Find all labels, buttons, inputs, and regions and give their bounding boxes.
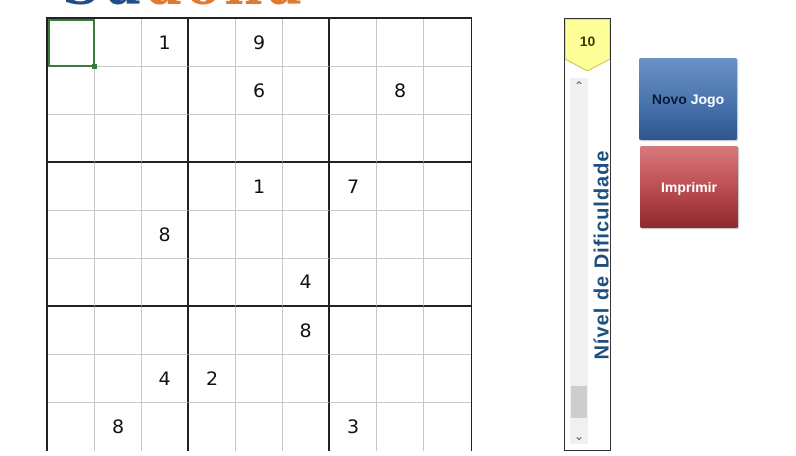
sudoku-cell-r6-c9[interactable]	[424, 259, 471, 307]
sudoku-cell-r9-c2[interactable]: 8	[95, 403, 142, 451]
sudoku-cell-r9-c7[interactable]: 3	[330, 403, 377, 451]
sudoku-cell-r5-c8[interactable]	[377, 211, 424, 259]
sudoku-cell-r7-c8[interactable]	[377, 307, 424, 355]
print-button[interactable]: Imprimir	[640, 146, 738, 228]
sudoku-cell-r8-c7[interactable]	[330, 355, 377, 403]
sudoku-cell-r3-c5[interactable]	[236, 115, 283, 163]
sudoku-cell-r4-c7[interactable]: 7	[330, 163, 377, 211]
sudoku-cell-r6-c3[interactable]	[142, 259, 189, 307]
sudoku-cell-r2-c7[interactable]	[330, 67, 377, 115]
sudoku-cell-r5-c4[interactable]	[189, 211, 236, 259]
sudoku-cell-r1-c1[interactable]	[48, 19, 97, 69]
sudoku-cell-r6-c2[interactable]	[95, 259, 142, 307]
sudoku-cell-r9-c6[interactable]	[283, 403, 330, 451]
sudoku-cell-r1-c5[interactable]: 9	[236, 19, 283, 67]
sudoku-cell-r3-c9[interactable]	[424, 115, 471, 163]
chevron-down-icon[interactable]: ⌄	[570, 428, 588, 444]
sudoku-cell-r7-c9[interactable]	[424, 307, 471, 355]
sudoku-cell-r2-c5[interactable]: 6	[236, 67, 283, 115]
sudoku-cell-r8-c1[interactable]	[48, 355, 95, 403]
sudoku-cell-r8-c8[interactable]	[377, 355, 424, 403]
sudoku-grid: 1968178484283	[46, 17, 472, 451]
sudoku-cell-r6-c1[interactable]	[48, 259, 95, 307]
sudoku-cell-r7-c6[interactable]: 8	[283, 307, 330, 355]
sudoku-cell-r8-c6[interactable]	[283, 355, 330, 403]
sudoku-cell-r5-c9[interactable]	[424, 211, 471, 259]
sudoku-cell-r3-c1[interactable]	[48, 115, 95, 163]
sudoku-cell-r2-c9[interactable]	[424, 67, 471, 115]
sudoku-cell-r9-c8[interactable]	[377, 403, 424, 451]
new-game-button[interactable]: Novo Jogo	[639, 58, 737, 140]
sudoku-cell-r1-c9[interactable]	[424, 19, 471, 67]
sudoku-cell-r6-c7[interactable]	[330, 259, 377, 307]
sudoku-cell-r7-c2[interactable]	[95, 307, 142, 355]
sudoku-cell-r4-c6[interactable]	[283, 163, 330, 211]
difficulty-label-text: Nível de Dificuldade	[591, 148, 614, 360]
difficulty-level-badge: 10	[565, 19, 610, 71]
sudoku-cell-r2-c4[interactable]	[189, 67, 236, 115]
sudoku-cell-r2-c3[interactable]	[142, 67, 189, 115]
sudoku-cell-r4-c4[interactable]	[189, 163, 236, 211]
difficulty-label: Nível de Dificuldade	[592, 79, 614, 429]
scroll-thumb[interactable]	[571, 386, 587, 418]
sudoku-cell-r3-c8[interactable]	[377, 115, 424, 163]
sudoku-cell-r4-c9[interactable]	[424, 163, 471, 211]
new-game-word1: Novo	[651, 91, 687, 107]
sudoku-cell-r4-c5[interactable]: 1	[236, 163, 283, 211]
sudoku-cell-r1-c4[interactable]	[189, 19, 236, 67]
sudoku-cell-r6-c6[interactable]: 4	[283, 259, 330, 307]
sudoku-cell-r8-c2[interactable]	[95, 355, 142, 403]
sudoku-cell-r1-c6[interactable]	[283, 19, 330, 67]
sudoku-cell-r5-c3[interactable]: 8	[142, 211, 189, 259]
sudoku-cell-r1-c2[interactable]	[95, 19, 142, 67]
sudoku-cell-r9-c5[interactable]	[236, 403, 283, 451]
title-part-b: doku	[145, 0, 306, 12]
sudoku-cell-r7-c5[interactable]	[236, 307, 283, 355]
sudoku-cell-r9-c3[interactable]	[142, 403, 189, 451]
sudoku-cell-r8-c9[interactable]	[424, 355, 471, 403]
sudoku-cell-r4-c2[interactable]	[95, 163, 142, 211]
chevron-up-icon[interactable]: ⌃	[570, 78, 588, 94]
sudoku-cell-r5-c7[interactable]	[330, 211, 377, 259]
sudoku-cell-r7-c7[interactable]	[330, 307, 377, 355]
sudoku-cell-r9-c1[interactable]	[48, 403, 95, 451]
sudoku-cell-r3-c2[interactable]	[95, 115, 142, 163]
sudoku-cell-r6-c8[interactable]	[377, 259, 424, 307]
sudoku-cell-r9-c4[interactable]	[189, 403, 236, 451]
sudoku-cell-r5-c6[interactable]	[283, 211, 330, 259]
sudoku-cell-r3-c4[interactable]	[189, 115, 236, 163]
sudoku-cell-r5-c2[interactable]	[95, 211, 142, 259]
sudoku-cell-r7-c3[interactable]	[142, 307, 189, 355]
new-game-word2: Jogo	[690, 91, 725, 107]
sudoku-cell-r2-c1[interactable]	[48, 67, 95, 115]
sudoku-cell-r4-c8[interactable]	[377, 163, 424, 211]
sudoku-cell-r7-c4[interactable]	[189, 307, 236, 355]
sudoku-cell-r2-c8[interactable]: 8	[377, 67, 424, 115]
difficulty-panel: 10 ⌃ ⌄ Nível de Dificuldade	[564, 18, 614, 451]
sudoku-cell-r9-c9[interactable]	[424, 403, 471, 451]
sudoku-cell-r5-c5[interactable]	[236, 211, 283, 259]
sudoku-cell-r8-c5[interactable]	[236, 355, 283, 403]
sudoku-cell-r7-c1[interactable]	[48, 307, 95, 355]
sudoku-cell-r4-c1[interactable]	[48, 163, 95, 211]
sudoku-cell-r3-c3[interactable]	[142, 115, 189, 163]
sudoku-cell-r3-c6[interactable]	[283, 115, 330, 163]
sudoku-cell-r2-c6[interactable]	[283, 67, 330, 115]
sudoku-cell-r1-c3[interactable]: 1	[142, 19, 189, 67]
sudoku-cell-r4-c3[interactable]	[142, 163, 189, 211]
sudoku-cell-r5-c1[interactable]	[48, 211, 95, 259]
difficulty-scrollbar[interactable]: ⌃ ⌄	[570, 78, 588, 444]
sudoku-cell-r8-c3[interactable]: 4	[142, 355, 189, 403]
sudoku-cell-r2-c2[interactable]	[95, 67, 142, 115]
title-logo: Sudoku	[62, 0, 306, 12]
title-part-a: Su	[62, 0, 145, 12]
sudoku-cell-r1-c7[interactable]	[330, 19, 377, 67]
sudoku-cell-r8-c4[interactable]: 2	[189, 355, 236, 403]
sudoku-cell-r6-c5[interactable]	[236, 259, 283, 307]
sudoku-cell-r1-c8[interactable]	[377, 19, 424, 67]
sudoku-cell-r6-c4[interactable]	[189, 259, 236, 307]
sudoku-cell-r3-c7[interactable]	[330, 115, 377, 163]
difficulty-level-value: 10	[579, 33, 596, 49]
